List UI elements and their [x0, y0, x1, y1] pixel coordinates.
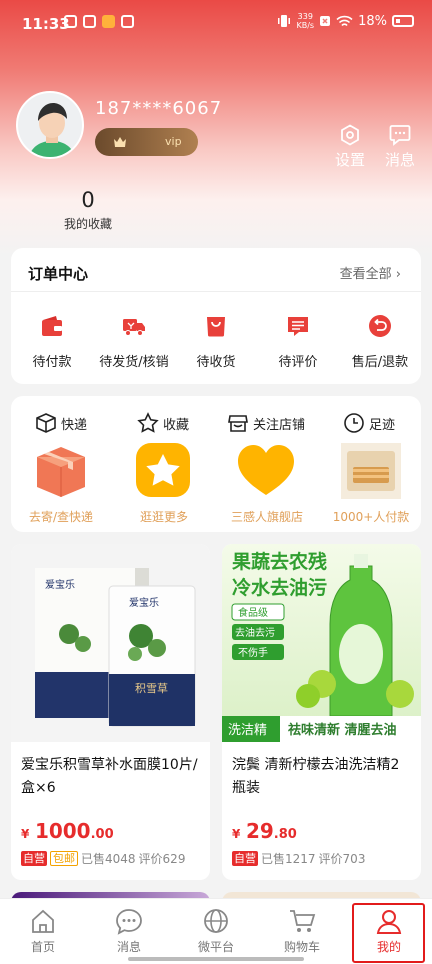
chat-bubble-icon [116, 909, 142, 935]
footprints-footer[interactable]: 1000+人付款 [321, 508, 421, 525]
battery-percent: 18% [358, 13, 387, 29]
order-pending-review[interactable]: 待评价 [253, 314, 343, 370]
free-shipping-badge: 包邮 [50, 851, 78, 866]
order-center-title: 订单中心 [28, 265, 89, 283]
express-footer[interactable]: 去寄/查快递 [11, 508, 111, 525]
product-card[interactable]: 果蔬去农残 冷水去油污 食品级 去油去污 不伤手 洗洁精 祛味清新 清腥去油 浣… [222, 544, 421, 880]
product-price: ¥ 1000.00 [21, 819, 114, 843]
battery-icon [392, 15, 414, 27]
box-icon [36, 413, 56, 433]
status-bar: 11:33 339 KB/s 18% [0, 0, 432, 44]
product-image-dish-soap: 果蔬去农残 冷水去油污 食品级 去油去污 不伤手 洗洁精 祛味清新 清腥去油 [222, 544, 421, 742]
review-count: 评价629 [138, 852, 186, 866]
store-footer[interactable]: 三感人旗舰店 [217, 508, 317, 525]
settings-label: 设置 [334, 151, 365, 169]
express-header[interactable]: 快递 [35, 412, 87, 434]
settings-button[interactable]: 设置 [330, 124, 370, 170]
vip-label: vip [165, 135, 182, 148]
sim-off-icon [320, 16, 331, 26]
svg-text:洗洁精: 洗洁精 [228, 723, 267, 738]
product-tags: 自营 已售1217 评价703 [232, 850, 365, 867]
user-phone: 187****6067 [95, 98, 223, 119]
product-thumbnail-image[interactable] [341, 443, 401, 499]
notification-icons [64, 15, 134, 28]
sold-count: 已售1217 [261, 852, 316, 866]
svg-text:爱宝乐: 爱宝乐 [45, 578, 75, 591]
highlight-box [352, 903, 425, 963]
vip-badge[interactable]: vip [95, 128, 198, 156]
order-pending-shipment[interactable]: 待发货/核销 [89, 314, 179, 370]
wifi-icon [336, 15, 353, 26]
star-icon [137, 412, 159, 433]
store-icon [228, 415, 248, 432]
product-image-face-mask: 爱宝乐 爱宝乐 积雪草 [11, 544, 210, 742]
svg-text:冷水去油污: 冷水去油污 [232, 576, 327, 599]
svg-text:祛味清新 清腥去油: 祛味清新 清腥去油 [288, 722, 397, 738]
svg-text:不伤手: 不伤手 [238, 646, 268, 659]
self-operated-badge: 自营 [232, 851, 258, 866]
product-tags: 自营 包邮 已售4048 评价629 [21, 850, 185, 867]
home-indicator[interactable] [128, 957, 304, 961]
gear-icon [341, 124, 359, 146]
cart-icon [290, 910, 316, 932]
followed-stores-header[interactable]: 关注店铺 [227, 412, 305, 434]
home-icon [32, 909, 54, 933]
parcel-box-image[interactable] [31, 443, 91, 499]
vibrate-icon [278, 15, 291, 27]
product-card[interactable]: 爱宝乐 爱宝乐 积雪草 爱宝乐积雪草补水面膜10片/盒×6 ¥ 1000.00 … [11, 544, 210, 880]
quick-links-card: 快递 收藏 关注店铺 足迹 去寄/查快递 逛逛更多 三感人旗舰店 1000+人付… [11, 396, 421, 532]
product-title: 浣鬓 清新柠檬去油洗洁精2瓶装 [232, 757, 400, 796]
status-time: 11:33 [22, 15, 70, 33]
clock-icon [344, 413, 364, 433]
view-all-orders-link[interactable]: 查看全部 › [340, 263, 401, 282]
svg-text:果蔬去农残: 果蔬去农残 [231, 550, 327, 573]
messages-button[interactable]: 消息 [380, 124, 420, 170]
favorites-counter[interactable]: 0 我的收藏 [48, 188, 128, 232]
nav-home[interactable]: 首页 [8, 907, 78, 955]
svg-text:去油去污: 去油去污 [235, 626, 275, 639]
truck-icon [123, 319, 145, 336]
svg-text:积雪草: 积雪草 [135, 682, 168, 695]
crown-icon [114, 137, 126, 147]
favorites-header[interactable]: 收藏 [137, 412, 189, 434]
svg-text:爱宝乐: 爱宝乐 [129, 596, 159, 609]
nav-micro-platform[interactable]: 微平台 [181, 907, 251, 955]
product-price: ¥ 29.80 [232, 819, 297, 843]
self-operated-badge: 自营 [21, 851, 47, 866]
favorites-footer[interactable]: 逛逛更多 [114, 508, 214, 525]
status-right: 339 KB/s 18% [277, 12, 414, 30]
footprints-header[interactable]: 足迹 [343, 412, 395, 434]
refund-icon [369, 315, 391, 337]
svg-text:食品级: 食品级 [238, 606, 268, 619]
order-pending-payment[interactable]: 待付款 [7, 314, 97, 370]
globe-icon [204, 909, 228, 933]
divider [11, 291, 421, 292]
favorites-label: 我的收藏 [63, 217, 112, 231]
product-title: 爱宝乐积雪草补水面膜10片/盒×6 [21, 757, 198, 796]
chat-icon [389, 125, 411, 146]
star-badge-image[interactable] [133, 443, 193, 499]
sold-count: 已售4048 [81, 852, 136, 866]
nav-messages[interactable]: 消息 [94, 907, 164, 955]
order-pending-receipt[interactable]: 待收货 [171, 314, 261, 370]
order-refund[interactable]: 售后/退款 [335, 314, 425, 370]
messages-label: 消息 [384, 151, 415, 169]
heart-image[interactable] [236, 443, 296, 499]
favorites-count: 0 [81, 188, 95, 212]
review-count: 评价703 [318, 852, 366, 866]
wallet-icon [42, 316, 62, 336]
net-speed: 339 KB/s [296, 12, 315, 30]
avatar[interactable] [16, 91, 84, 159]
comment-icon [288, 317, 308, 336]
nav-cart[interactable]: 购物车 [267, 907, 337, 955]
order-center-card: 订单中心 查看全部 › 待付款 待发货/核销 待收货 待评价 售后/退款 [11, 248, 421, 384]
bag-icon [207, 317, 225, 337]
